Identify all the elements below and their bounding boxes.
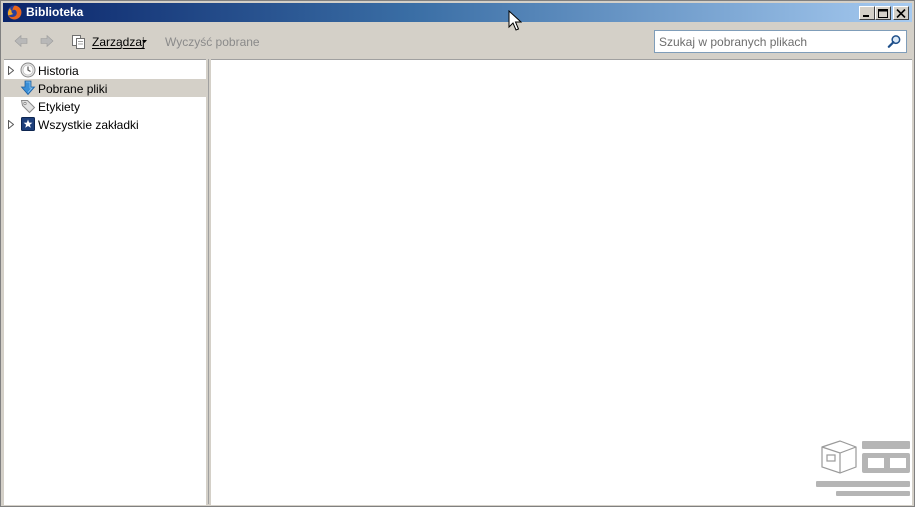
sidebar-item-tags[interactable]: Etykiety bbox=[4, 97, 206, 115]
organize-label: Zarządzaj bbox=[92, 35, 145, 49]
downloads-list[interactable] bbox=[211, 59, 912, 505]
minimize-button[interactable] bbox=[859, 6, 875, 20]
library-window: Biblioteka Zarządzaj Wyczyść pobrane Szu… bbox=[0, 0, 915, 507]
search-box[interactable] bbox=[654, 30, 907, 53]
sidebar-item-label: Wszystkie zakładki bbox=[38, 118, 139, 132]
toolbar: Zarządzaj Wyczyść pobrane bbox=[3, 23, 912, 58]
site-watermark-logo bbox=[816, 440, 910, 496]
download-arrow-icon bbox=[20, 80, 36, 96]
sidebar-item-label: Etykiety bbox=[38, 100, 81, 114]
title-bar[interactable]: Biblioteka bbox=[3, 3, 912, 22]
mouse-cursor-icon bbox=[508, 10, 522, 31]
dropdown-arrow-icon bbox=[142, 40, 147, 43]
expand-arrow-icon[interactable] bbox=[8, 120, 14, 129]
organize-pages-icon bbox=[72, 35, 85, 49]
sidebar-item-label: Historia bbox=[38, 64, 79, 78]
sidebar-item-all-bookmarks[interactable]: Wszystkie zakładki bbox=[4, 115, 206, 133]
clear-downloads-button[interactable]: Wyczyść pobrane bbox=[165, 35, 260, 49]
history-clock-icon bbox=[20, 62, 36, 78]
sidebar-item-history[interactable]: Historia bbox=[4, 61, 206, 79]
back-arrow-icon[interactable] bbox=[13, 33, 29, 49]
firefox-logo-icon bbox=[7, 5, 22, 20]
maximize-button[interactable] bbox=[875, 6, 891, 20]
window-title: Biblioteka bbox=[26, 5, 84, 19]
tag-icon bbox=[20, 100, 36, 114]
search-icon[interactable] bbox=[887, 34, 902, 49]
close-icon bbox=[896, 9, 906, 18]
sidebar-item-downloads[interactable]: Pobrane pliki bbox=[4, 79, 206, 97]
minimize-icon bbox=[863, 15, 869, 17]
search-input[interactable] bbox=[659, 34, 879, 49]
library-sidebar-tree: Historia Pobrane pliki Etykiety Wszystki… bbox=[4, 59, 206, 505]
forward-arrow-icon[interactable] bbox=[39, 33, 55, 49]
sidebar-item-label: Pobrane pliki bbox=[38, 82, 108, 96]
close-button[interactable] bbox=[893, 6, 909, 20]
maximize-icon bbox=[878, 9, 888, 18]
bookmarks-star-icon bbox=[21, 117, 35, 131]
expand-arrow-icon[interactable] bbox=[8, 66, 14, 75]
